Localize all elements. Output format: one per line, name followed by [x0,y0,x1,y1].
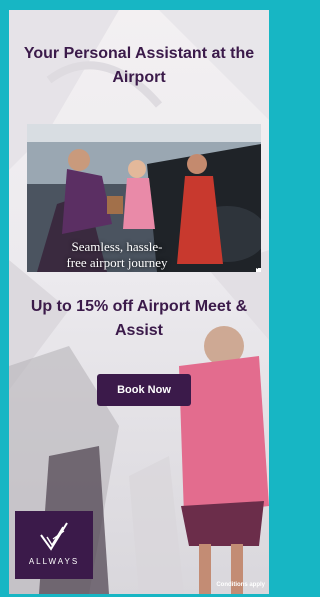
book-now-button[interactable]: Book Now [97,374,191,406]
replay-icon[interactable] [255,266,261,272]
conditions-note: Conditions apply [216,582,265,588]
brand-name: ALLWAYS [28,557,80,566]
ad-banner[interactable]: Your Personal Assistant at the Airport S… [9,10,269,594]
brand-logo[interactable]: ALLWAYS [15,511,93,579]
allways-logo-mark [40,522,68,551]
video-caption: Seamless, hassle-free airport journey [66,239,168,270]
video-player[interactable]: Seamless, hassle-free airport journey [27,124,261,272]
headline: Your Personal Assistant at the Airport [23,45,255,86]
